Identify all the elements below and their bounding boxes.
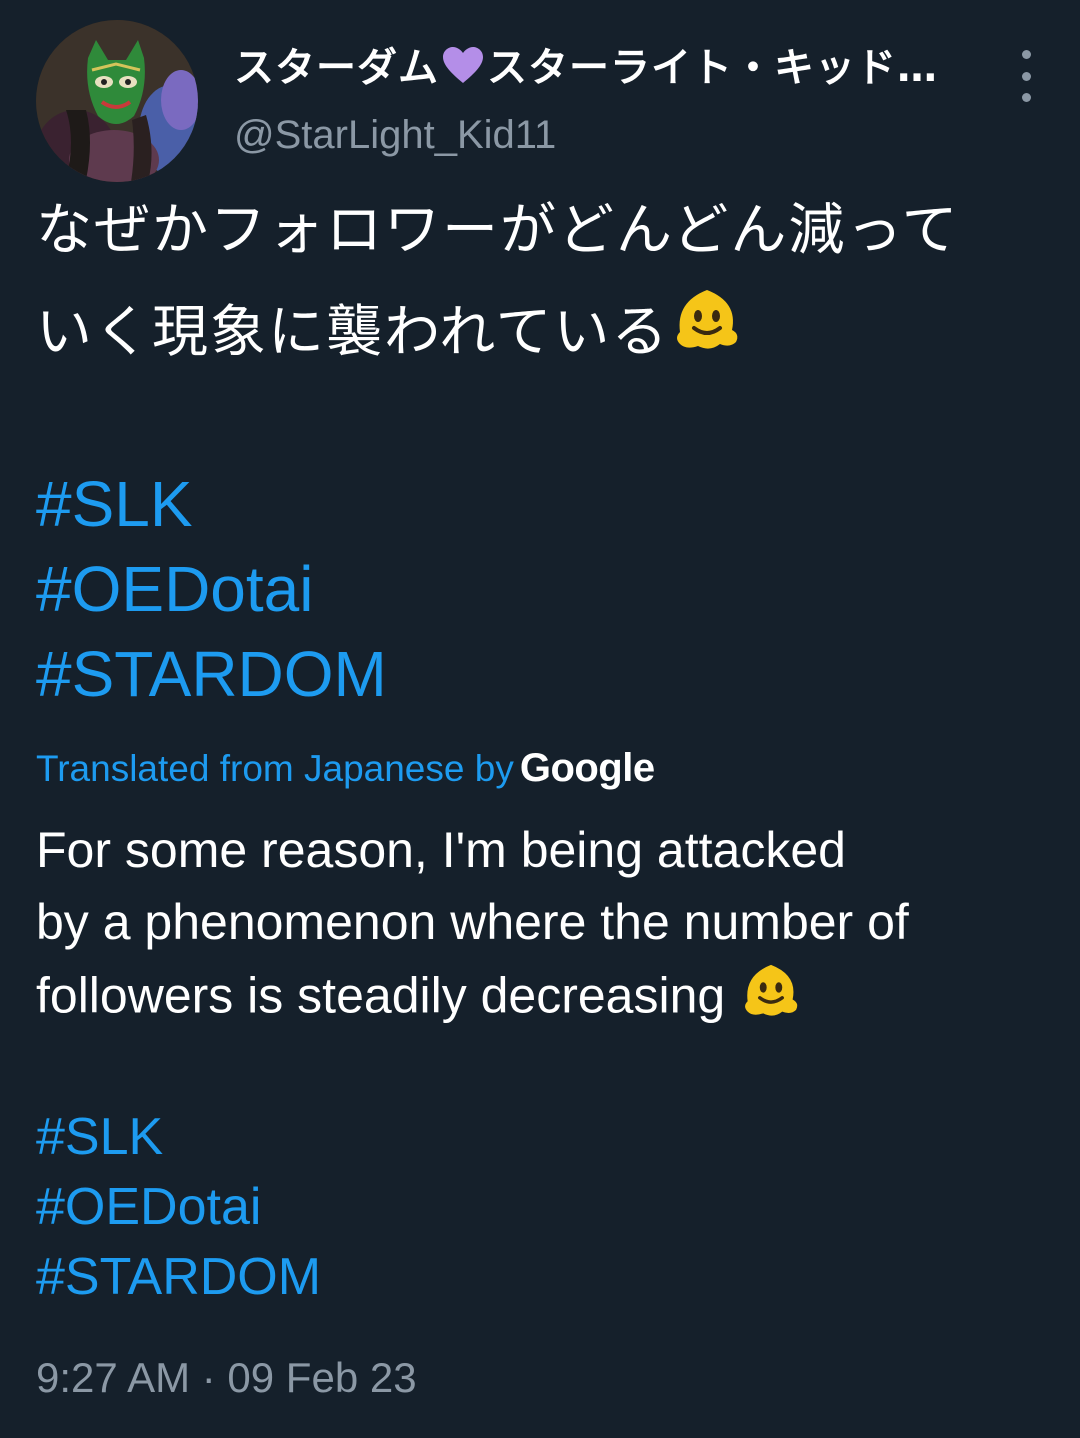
hashtags-translated: #SLK #OEDotai #STARDOM	[36, 1102, 321, 1312]
hashtag-link[interactable]: #STARDOM	[36, 632, 387, 717]
translated-text-line: followers is steadily decreasing	[36, 967, 726, 1024]
translated-text-line: by a phenomenon where the number of	[36, 894, 909, 950]
tweet: スターダム スターライト・キッド… @StarLight_Kid11 なぜかフォロ…	[0, 0, 1080, 1438]
tweet-text-translated: For some reason, I'm being attacked by a…	[36, 814, 1046, 1041]
translated-text-line: For some reason, I'm being attacked	[36, 822, 846, 878]
google-logo: Google	[519, 746, 655, 790]
tweet-timestamp[interactable]: 9:27 AM · 09 Feb 23	[36, 1350, 417, 1406]
hashtag-link[interactable]: #SLK	[36, 462, 387, 547]
tweet-text-line-with-emoji: いく現象に襲われている	[36, 282, 1056, 389]
display-name-part1: スターダム	[234, 45, 439, 91]
more-options-icon[interactable]	[1016, 50, 1036, 102]
avatar-image	[36, 20, 198, 182]
translation-attribution: Translated from Japanese by Google	[36, 740, 655, 797]
author-names[interactable]: スターダム スターライト・キッド… @StarLight_Kid11	[234, 42, 994, 160]
translation-label: Translated from Japanese by	[36, 748, 514, 789]
hashtag-link[interactable]: #SLK	[36, 1102, 321, 1172]
tweet-text-line: いく現象に襲われている	[36, 300, 670, 365]
avatar[interactable]	[36, 20, 198, 182]
tweet-header: スターダム スターライト・キッド… @StarLight_Kid11	[36, 20, 1046, 190]
display-name[interactable]: スターダム スターライト・キッド…	[234, 42, 994, 94]
hashtags-original: #SLK #OEDotai #STARDOM	[36, 462, 387, 717]
purple-heart-icon	[441, 45, 485, 94]
tweet-text-line: なぜかフォロワーがどんどん減って	[36, 198, 960, 263]
author-handle[interactable]: @StarLight_Kid11	[234, 110, 994, 160]
hashtag-link[interactable]: #OEDotai	[36, 547, 387, 632]
melting-face-emoji-icon	[739, 958, 803, 1041]
hashtag-link[interactable]: #OEDotai	[36, 1172, 321, 1242]
translated-text-line-with-emoji: followers is steadily decreasing	[36, 958, 1046, 1041]
melting-face-emoji-icon	[670, 282, 744, 389]
tweet-text-original: なぜかフォロワーがどんどん減って いく現象に襲われている	[36, 180, 1056, 389]
hashtag-link[interactable]: #STARDOM	[36, 1242, 321, 1312]
display-name-part2: スターライト・キッド…	[487, 45, 938, 91]
